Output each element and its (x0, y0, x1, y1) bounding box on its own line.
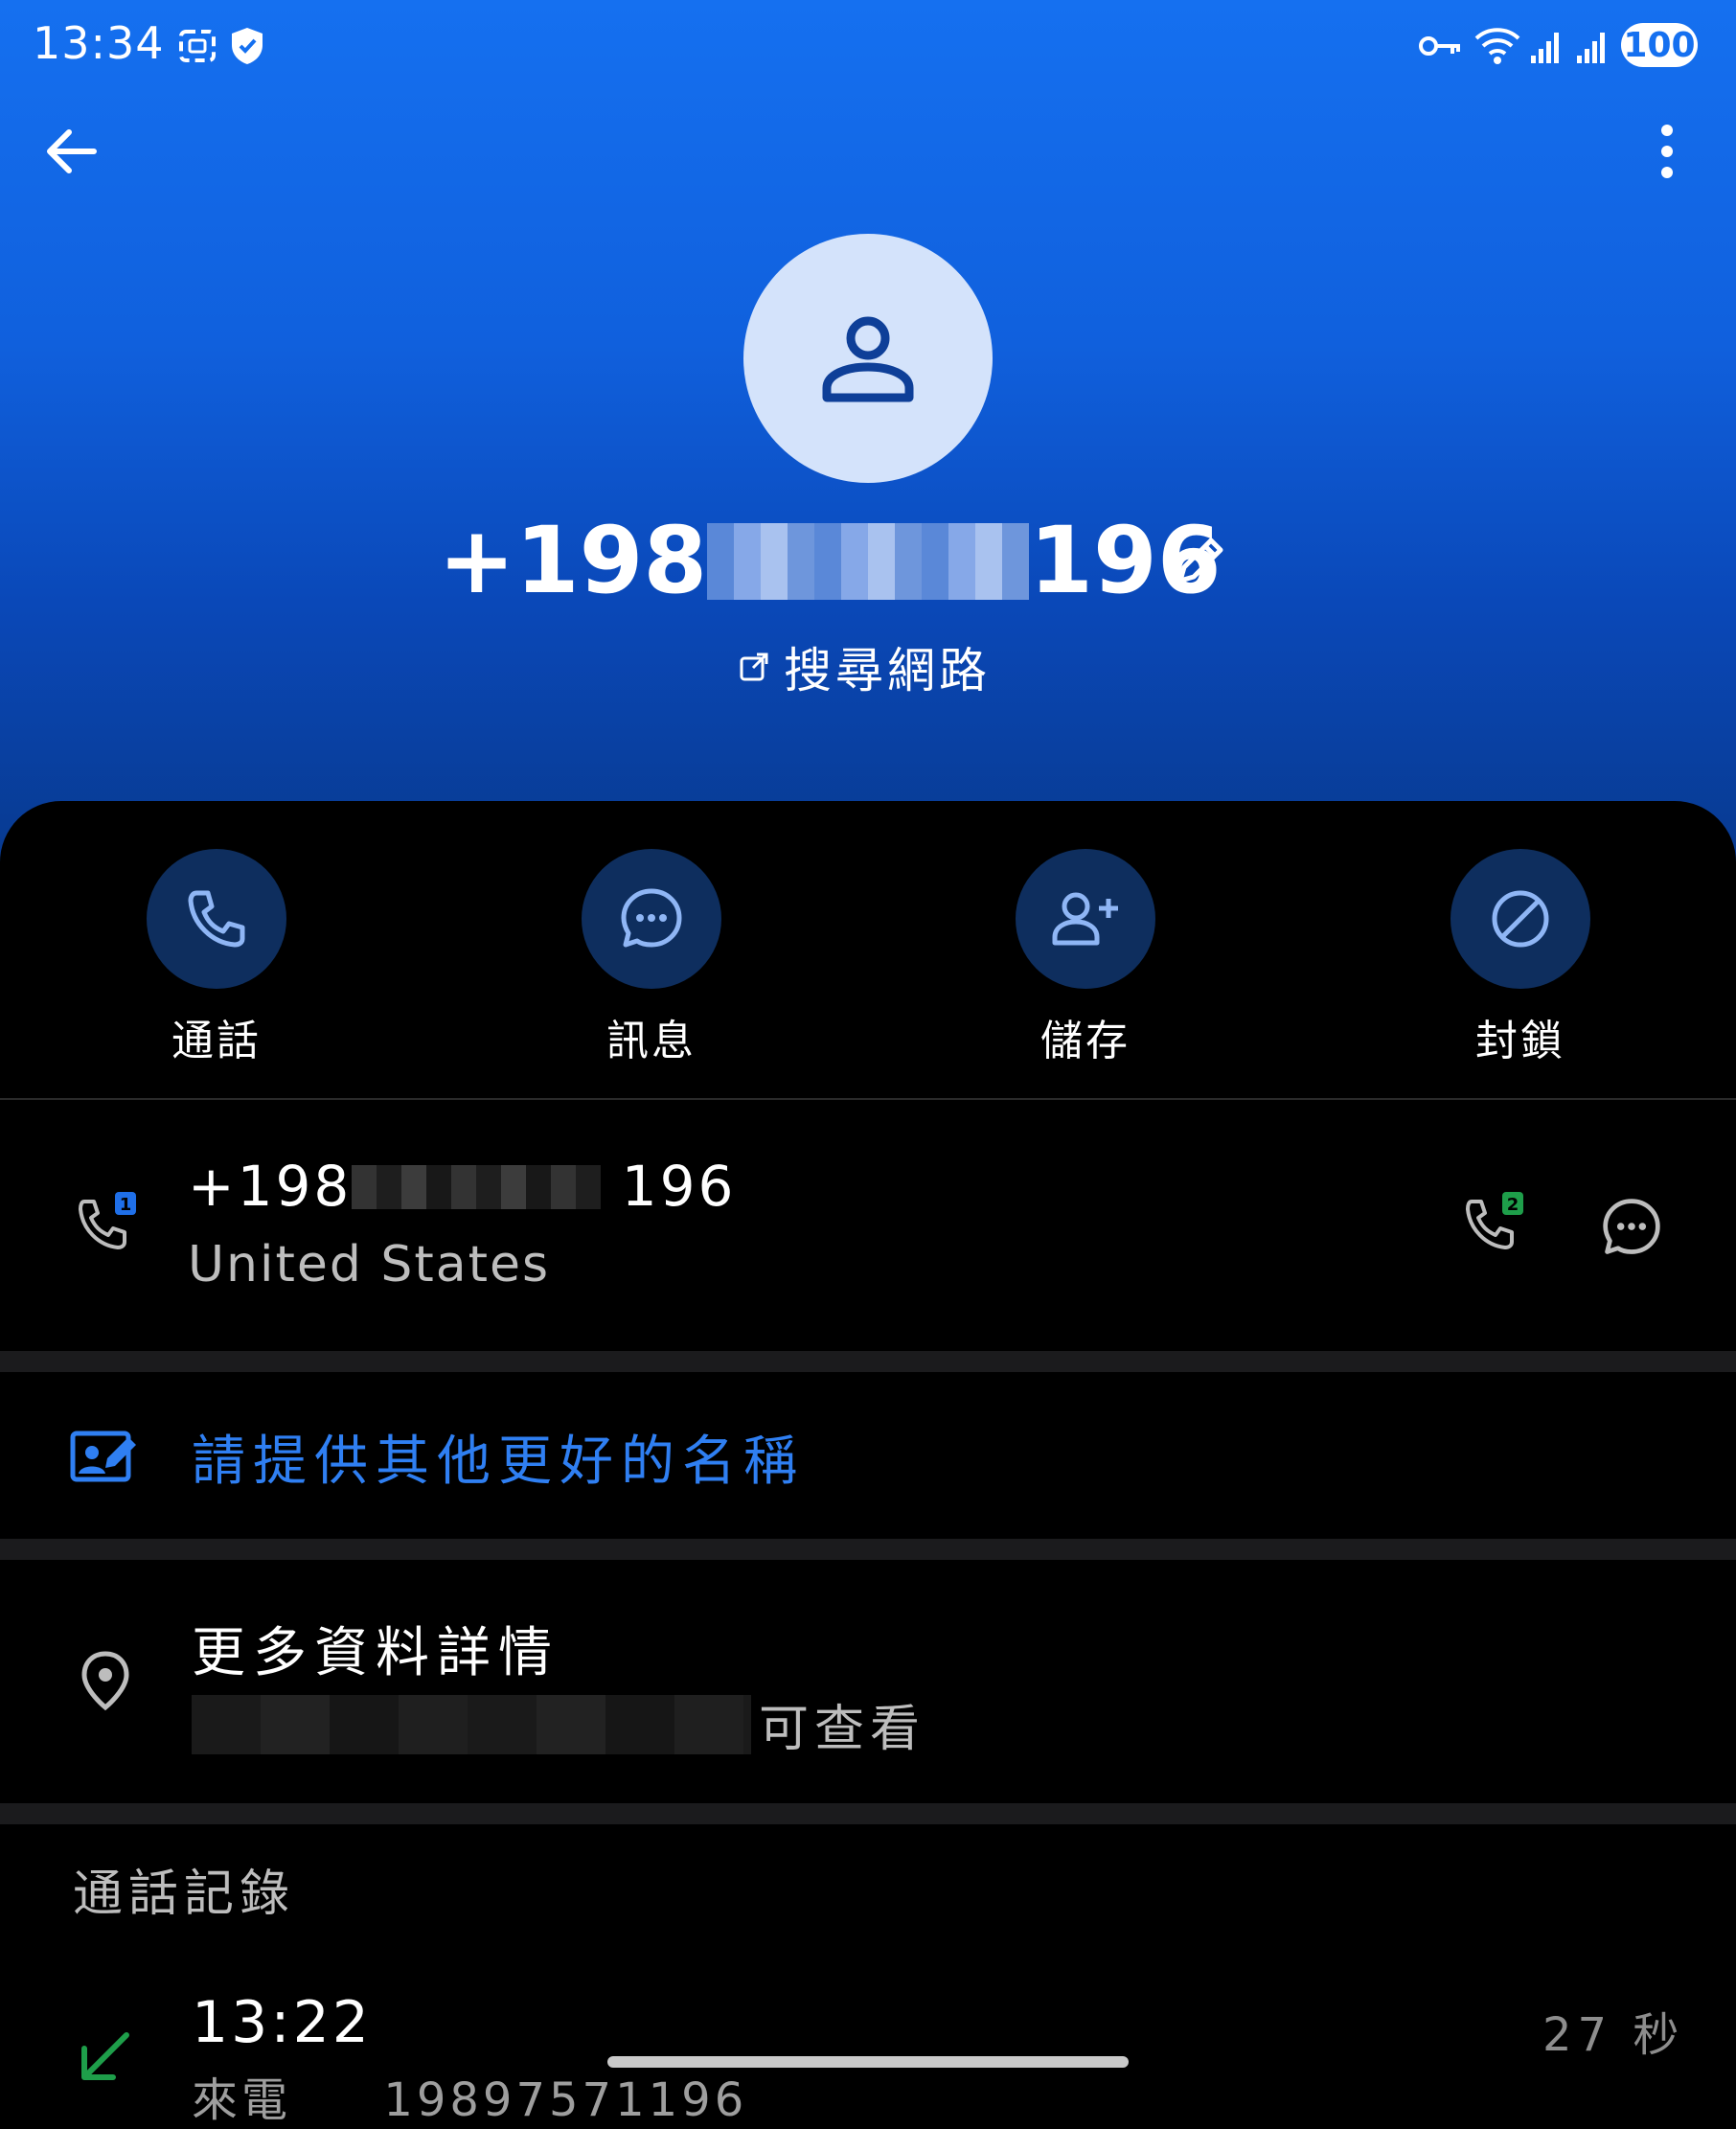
svg-text:2: 2 (1507, 1195, 1519, 1215)
section-separator (0, 1803, 1736, 1824)
suggest-better-name-link[interactable]: 請提供其他更好的名稱 (192, 1418, 805, 1496)
edit-button[interactable] (1171, 533, 1228, 594)
section-separator (0, 1539, 1736, 1560)
contact-avatar (743, 234, 993, 483)
gesture-home-bar[interactable] (607, 2056, 1129, 2068)
call-time: 13:22 (192, 1989, 372, 2056)
action-label: 訊息 (606, 1017, 697, 1065)
action-label: 封鎖 (1475, 1017, 1565, 1065)
contact-phone-title: +198 196 (0, 508, 1736, 613)
shield-icon (228, 25, 266, 71)
call-action-button[interactable]: 通話 (130, 849, 303, 1067)
phone-icon (188, 890, 245, 948)
masked-digits (707, 523, 1030, 600)
phone-suffix: 196 (621, 1154, 737, 1219)
phone-number-text: +198 196 (188, 1154, 736, 1219)
more-vert-icon (1661, 125, 1673, 178)
divider (0, 1098, 1736, 1100)
save-contact-action-button[interactable]: 儲存 (999, 849, 1172, 1067)
chat-icon (621, 888, 682, 948)
phone-prefix: +198 (438, 507, 708, 614)
call-duration: 27 秒 (1542, 2008, 1685, 2062)
section-separator (0, 1351, 1736, 1372)
phone-sim1-icon: 1 (79, 1192, 136, 1249)
call-history-heading: 通話記錄 (73, 1866, 296, 1923)
search-web-label: 搜尋網路 (784, 643, 991, 698)
call-number: 19897571196 (383, 2073, 748, 2127)
search-web-link[interactable]: 搜尋網路 (738, 638, 991, 698)
wifi-icon (1473, 27, 1521, 69)
pencil-icon (1177, 538, 1223, 584)
signal-sim2-icon (1575, 27, 1610, 69)
status-time: 13:34 (33, 17, 165, 69)
battery-indicator: 100 (1621, 23, 1698, 67)
svg-text:1: 1 (120, 1195, 132, 1215)
vpn-key-icon (1418, 33, 1462, 63)
more-details-title[interactable]: 更多資料詳情 (192, 1610, 560, 1687)
more-details-suffix: 可查看 (759, 1701, 926, 1758)
contact-edit-icon (70, 1431, 136, 1482)
chat-icon (1603, 1199, 1660, 1254)
more-details-subtitle: 可查看 (192, 1688, 925, 1760)
call-detail: 來電 19897571196 (192, 2062, 747, 2129)
external-link-icon (740, 652, 768, 681)
phone-prefix: +198 (188, 1154, 353, 1219)
sim2-call-button[interactable]: 2 (1460, 1192, 1527, 1263)
number-message-button[interactable] (1600, 1196, 1663, 1263)
signal-sim1-icon (1529, 27, 1564, 69)
back-button[interactable] (34, 115, 107, 188)
suggest-name-icon (69, 1426, 138, 1489)
sim1-call-icon[interactable]: 1 (73, 1192, 140, 1263)
person-icon (822, 316, 914, 402)
action-label: 儲存 (1040, 1017, 1131, 1065)
masked-digits (352, 1165, 602, 1209)
action-label: 通話 (171, 1017, 262, 1065)
phone-country: United States (188, 1236, 551, 1293)
status-bar: 13:34 100 (0, 0, 1736, 96)
add-person-icon (1052, 892, 1118, 946)
masked-text (192, 1694, 751, 1754)
screenshot-icon (176, 25, 218, 71)
message-action-button[interactable]: 訊息 (565, 849, 738, 1067)
block-icon (1492, 890, 1549, 948)
incoming-call-icon (77, 2031, 134, 2089)
arrow-left-icon (47, 129, 97, 173)
phone-sim2-icon: 2 (1466, 1192, 1523, 1249)
call-type: 來電 (192, 2073, 292, 2127)
location-pin-icon (79, 1650, 132, 1715)
more-options-button[interactable] (1631, 115, 1703, 188)
block-action-button[interactable]: 封鎖 (1434, 849, 1607, 1067)
